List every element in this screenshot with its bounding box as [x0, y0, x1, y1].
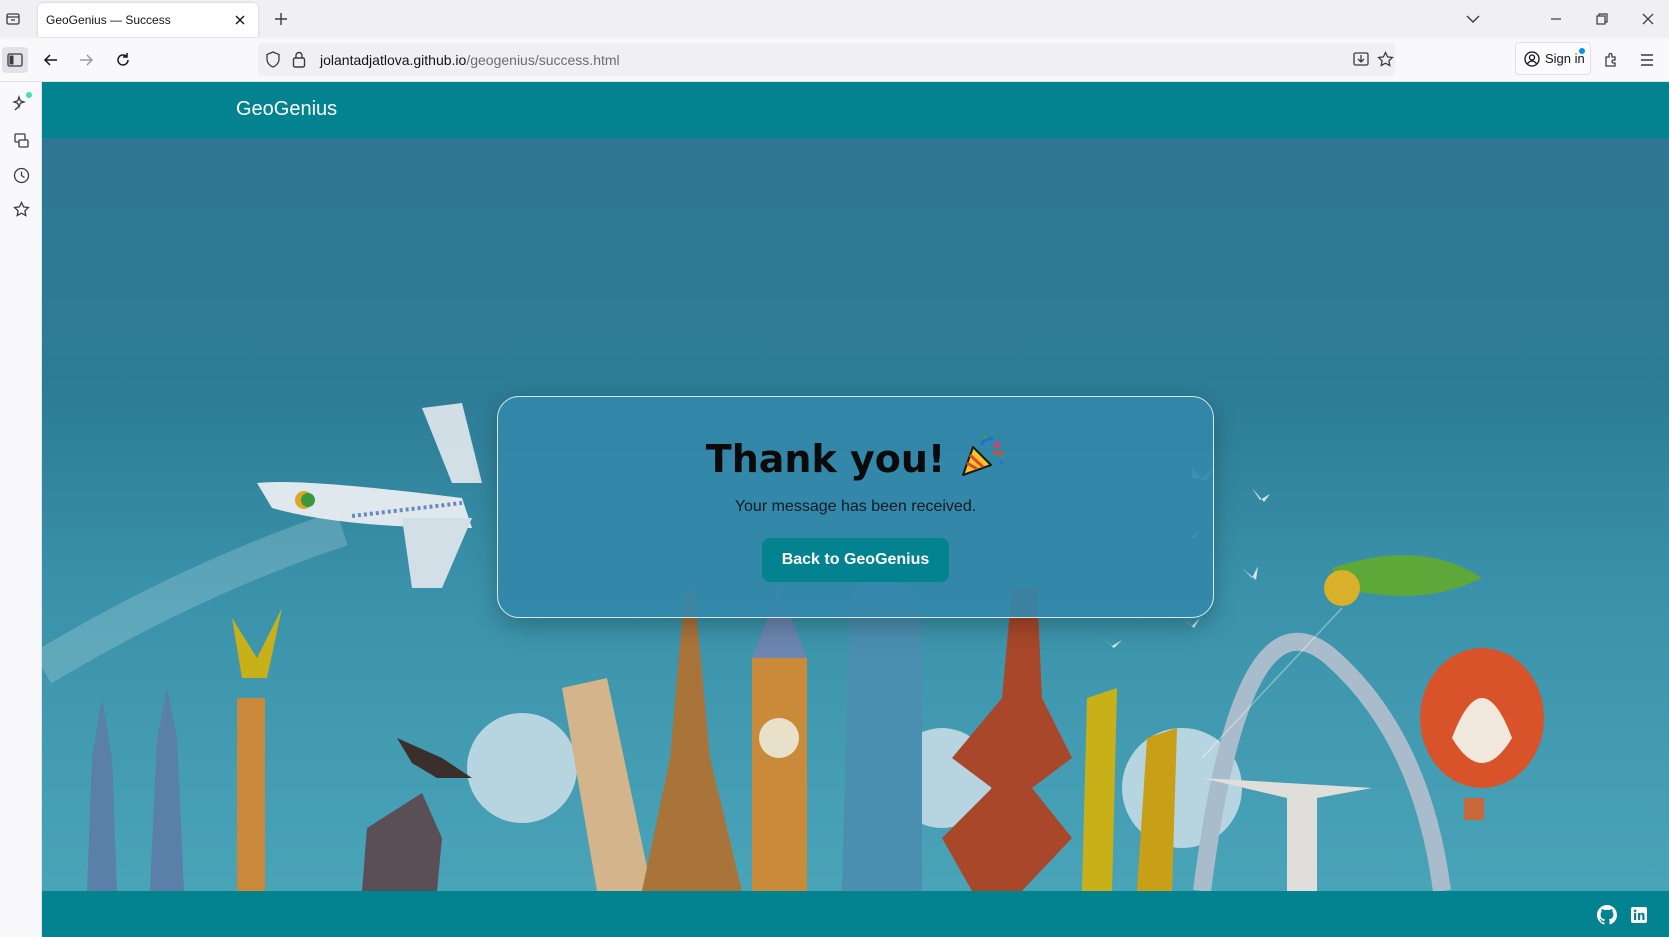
sign-in-label: Sign in — [1545, 51, 1585, 66]
bookmarks-icon[interactable] — [8, 196, 34, 222]
sidebar-rail — [0, 82, 42, 937]
party-popper-icon — [959, 433, 1005, 484]
extensions-icon[interactable] — [1598, 47, 1624, 73]
site-footer — [42, 891, 1669, 937]
restore-icon[interactable] — [1589, 6, 1615, 32]
card-title: Thank you! — [705, 436, 946, 481]
back-icon[interactable] — [38, 47, 64, 73]
forward-icon[interactable] — [73, 47, 99, 73]
bookmark-star-icon[interactable] — [1377, 50, 1394, 73]
synced-tabs-icon[interactable] — [8, 127, 34, 153]
notification-dot — [26, 92, 32, 98]
sidebar-toggle-icon[interactable] — [2, 47, 28, 73]
notification-dot — [1579, 48, 1585, 54]
navigation-bar: jolantadjatlova.github.io/geogenius/succ… — [0, 38, 1669, 82]
tab-bar: GeoGenius — Success — [0, 0, 1669, 38]
active-tab[interactable]: GeoGenius — Success — [38, 3, 258, 37]
minimize-icon[interactable] — [1543, 6, 1569, 32]
list-all-tabs-icon[interactable] — [1460, 6, 1486, 32]
site-brand[interactable]: GeoGenius — [236, 98, 337, 121]
success-card: Thank you! Your message has been receive… — [497, 396, 1214, 618]
tab-list-icon[interactable] — [2, 8, 24, 30]
close-tab-icon[interactable] — [232, 12, 248, 28]
url-bar[interactable]: jolantadjatlova.github.io/geogenius/succ… — [258, 43, 1395, 76]
page-viewport: GeoGenius Thank you! Your message has be… — [42, 82, 1669, 937]
linkedin-icon[interactable] — [1628, 904, 1650, 926]
save-to-pocket-icon[interactable] — [1353, 51, 1369, 72]
lock-icon[interactable] — [292, 51, 306, 73]
reload-icon[interactable] — [110, 47, 136, 73]
new-tab-icon[interactable] — [270, 8, 292, 30]
url-path: /geogenius/success.html — [466, 51, 620, 68]
shield-icon[interactable] — [265, 51, 281, 73]
url-domain: jolantadjatlova.github.io — [320, 51, 467, 68]
url-text[interactable]: jolantadjatlova.github.io/geogenius/succ… — [320, 52, 620, 68]
github-icon[interactable] — [1596, 904, 1618, 926]
card-title-row: Thank you! — [498, 433, 1213, 484]
ai-chatbot-icon[interactable] — [8, 90, 34, 116]
back-to-home-button[interactable]: Back to GeoGenius — [761, 538, 950, 582]
card-message: Your message has been received. — [734, 498, 977, 515]
close-window-icon[interactable] — [1635, 6, 1661, 32]
site-header: GeoGenius — [42, 82, 1669, 138]
history-icon[interactable] — [8, 162, 34, 188]
sign-in-button[interactable]: Sign in — [1515, 42, 1591, 75]
account-icon — [1524, 50, 1540, 67]
menu-icon[interactable] — [1634, 47, 1660, 73]
tab-title: GeoGenius — Success — [46, 13, 171, 27]
